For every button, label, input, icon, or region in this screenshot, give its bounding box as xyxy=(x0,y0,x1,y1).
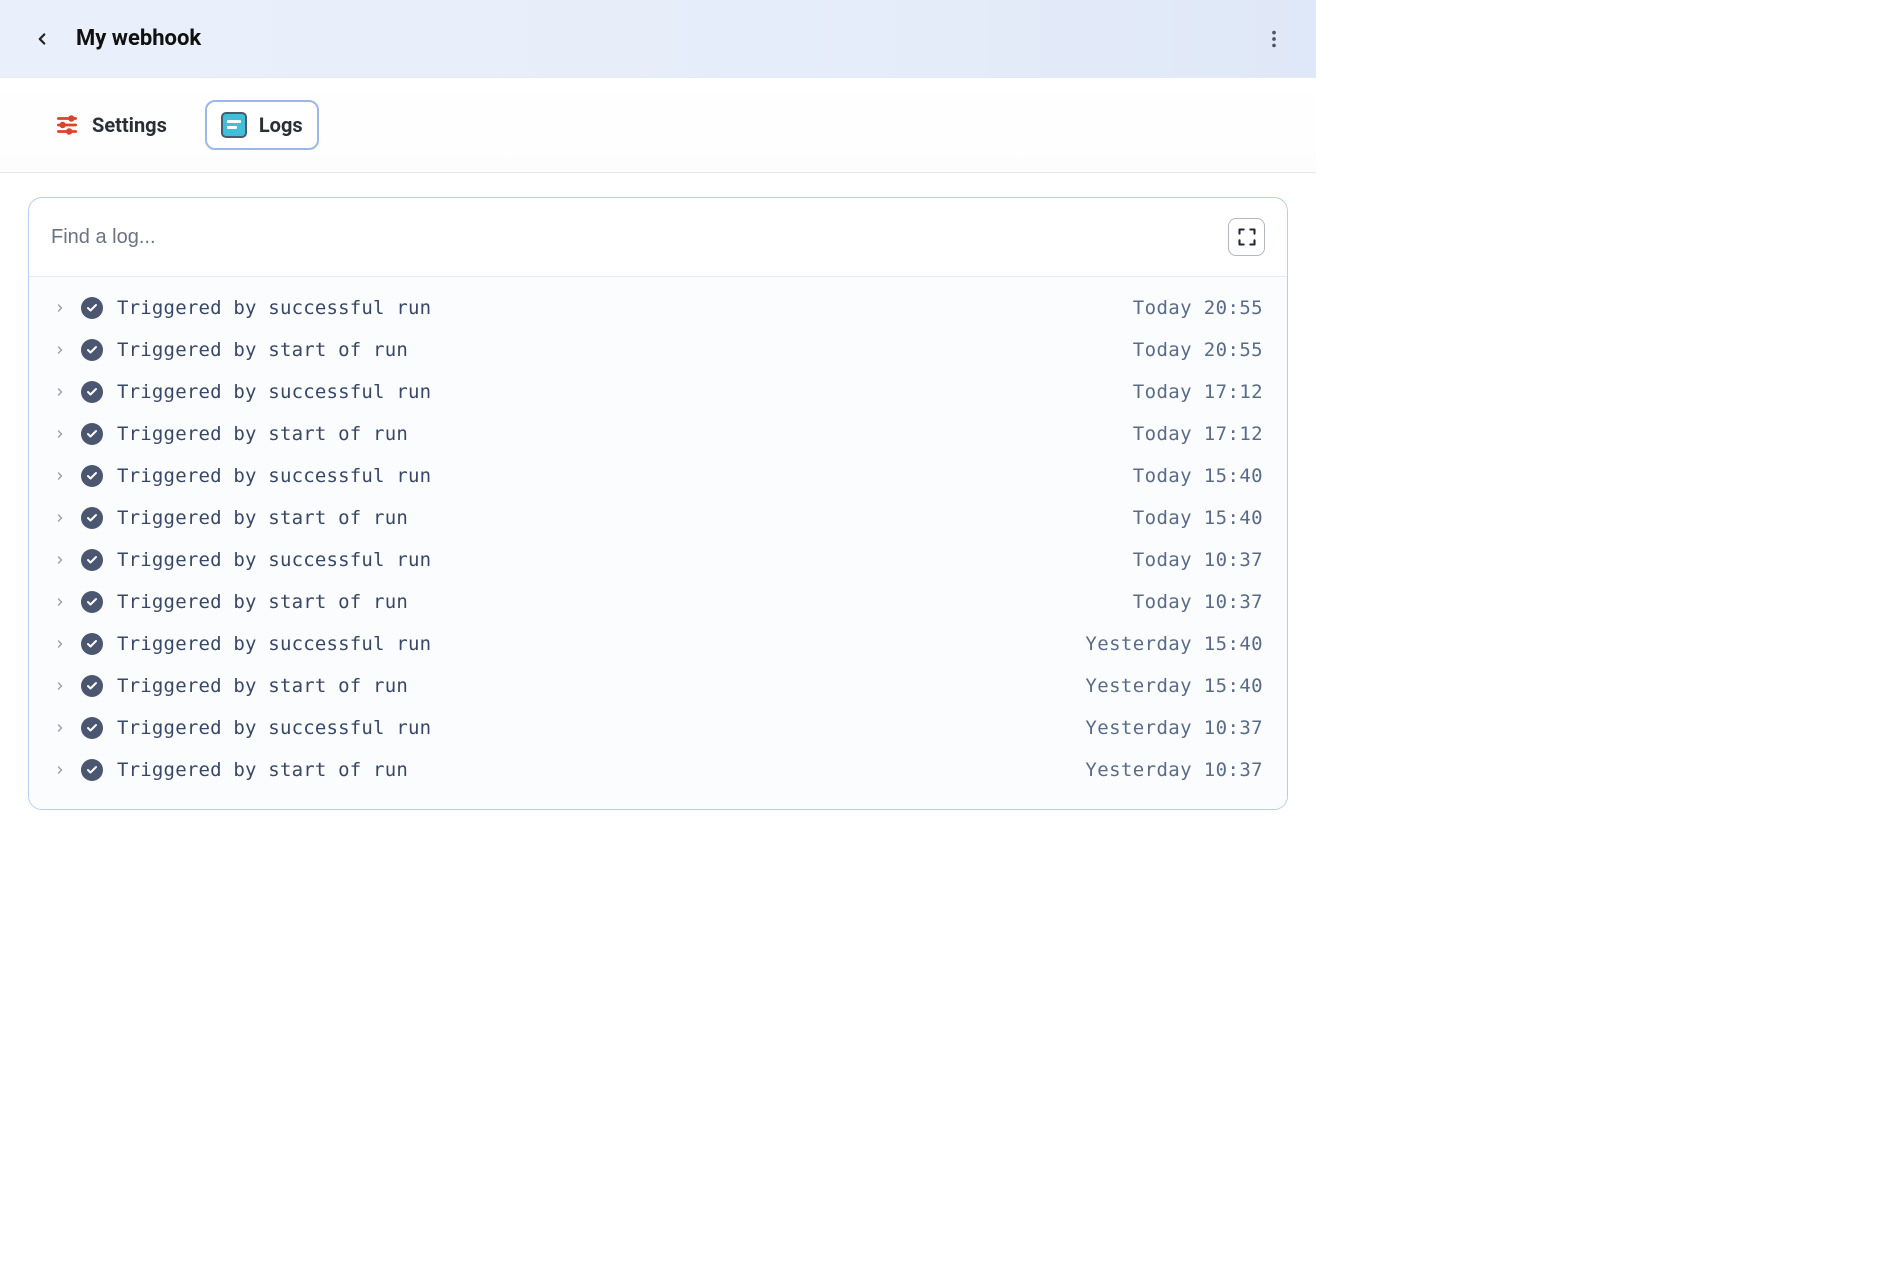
log-row[interactable]: Triggered by start of run Today 10:37 xyxy=(29,581,1287,623)
log-row[interactable]: Triggered by successful run Yesterday 10:… xyxy=(29,707,1287,749)
log-timestamp: Yesterday 10:37 xyxy=(1085,717,1263,739)
log-timestamp: Today 17:12 xyxy=(1133,381,1263,403)
check-circle-icon xyxy=(81,297,103,319)
more-vertical-icon xyxy=(1263,28,1285,50)
log-row[interactable]: Triggered by start of run Yesterday 10:37 xyxy=(29,749,1287,791)
log-row[interactable]: Triggered by successful run Today 20:55 xyxy=(29,287,1287,329)
chevron-right-icon xyxy=(53,638,67,650)
check-circle-icon xyxy=(81,591,103,613)
check-circle-icon xyxy=(81,465,103,487)
log-timestamp: Today 20:55 xyxy=(1133,339,1263,361)
log-timestamp: Today 10:37 xyxy=(1133,549,1263,571)
log-message: Triggered by start of run xyxy=(117,339,1119,361)
fullscreen-button[interactable] xyxy=(1228,218,1265,256)
check-circle-icon xyxy=(81,675,103,697)
logs-icon xyxy=(221,112,247,138)
log-timestamp: Yesterday 15:40 xyxy=(1085,633,1263,655)
tab-settings[interactable]: Settings xyxy=(40,102,181,148)
chevron-right-icon xyxy=(53,302,67,314)
log-message: Triggered by successful run xyxy=(117,717,1071,739)
log-row[interactable]: Triggered by start of run Today 15:40 xyxy=(29,497,1287,539)
log-message: Triggered by successful run xyxy=(117,549,1119,571)
chevron-right-icon xyxy=(53,470,67,482)
tab-logs[interactable]: Logs xyxy=(205,100,319,150)
log-message: Triggered by successful run xyxy=(117,297,1119,319)
log-timestamp: Today 20:55 xyxy=(1133,297,1263,319)
check-circle-icon xyxy=(81,423,103,445)
log-timestamp: Today 15:40 xyxy=(1133,465,1263,487)
log-list: Triggered by successful runToday 20:55Tr… xyxy=(29,277,1287,809)
log-message: Triggered by successful run xyxy=(117,381,1119,403)
log-row[interactable]: Triggered by successful run Today 17:12 xyxy=(29,371,1287,413)
header-left: My webhook xyxy=(28,25,201,53)
log-timestamp: Today 17:12 xyxy=(1133,423,1263,445)
tab-settings-label: Settings xyxy=(92,113,167,137)
log-message: Triggered by start of run xyxy=(117,507,1119,529)
log-row[interactable]: Triggered by start of run Yesterday 15:40 xyxy=(29,665,1287,707)
log-message: Triggered by start of run xyxy=(117,591,1119,613)
check-circle-icon xyxy=(81,633,103,655)
check-circle-icon xyxy=(81,507,103,529)
chevron-right-icon xyxy=(53,554,67,566)
logs-panel: Triggered by successful runToday 20:55Tr… xyxy=(28,197,1288,810)
tabs-bar: Settings Logs xyxy=(0,78,1316,173)
log-row[interactable]: Triggered by start of run Today 20:55 xyxy=(29,329,1287,371)
check-circle-icon xyxy=(81,717,103,739)
tab-logs-label: Logs xyxy=(259,113,303,137)
log-timestamp: Yesterday 10:37 xyxy=(1085,759,1263,781)
chevron-right-icon xyxy=(53,344,67,356)
check-circle-icon xyxy=(81,381,103,403)
search-row xyxy=(29,198,1287,277)
back-button[interactable] xyxy=(28,25,56,53)
check-circle-icon xyxy=(81,339,103,361)
settings-icon xyxy=(54,112,80,138)
chevron-right-icon xyxy=(53,386,67,398)
more-menu-button[interactable] xyxy=(1260,25,1288,53)
log-row[interactable]: Triggered by start of run Today 17:12 xyxy=(29,413,1287,455)
log-message: Triggered by start of run xyxy=(117,759,1071,781)
log-timestamp: Today 10:37 xyxy=(1133,591,1263,613)
check-circle-icon xyxy=(81,759,103,781)
chevron-right-icon xyxy=(53,596,67,608)
chevron-right-icon xyxy=(53,512,67,524)
log-row[interactable]: Triggered by successful run Today 15:40 xyxy=(29,455,1287,497)
search-input[interactable] xyxy=(51,226,1228,249)
header-bar: My webhook xyxy=(0,0,1316,78)
log-message: Triggered by successful run xyxy=(117,465,1119,487)
fullscreen-icon xyxy=(1237,227,1257,247)
chevron-left-icon xyxy=(33,30,51,48)
log-row[interactable]: Triggered by successful run Yesterday 15:… xyxy=(29,623,1287,665)
page-title: My webhook xyxy=(76,26,201,51)
log-message: Triggered by start of run xyxy=(117,675,1071,697)
log-row[interactable]: Triggered by successful run Today 10:37 xyxy=(29,539,1287,581)
chevron-right-icon xyxy=(53,428,67,440)
content-area: Triggered by successful runToday 20:55Tr… xyxy=(0,173,1316,850)
chevron-right-icon xyxy=(53,680,67,692)
chevron-right-icon xyxy=(53,722,67,734)
log-timestamp: Yesterday 15:40 xyxy=(1085,675,1263,697)
log-timestamp: Today 15:40 xyxy=(1133,507,1263,529)
check-circle-icon xyxy=(81,549,103,571)
log-message: Triggered by start of run xyxy=(117,423,1119,445)
log-message: Triggered by successful run xyxy=(117,633,1071,655)
chevron-right-icon xyxy=(53,764,67,776)
